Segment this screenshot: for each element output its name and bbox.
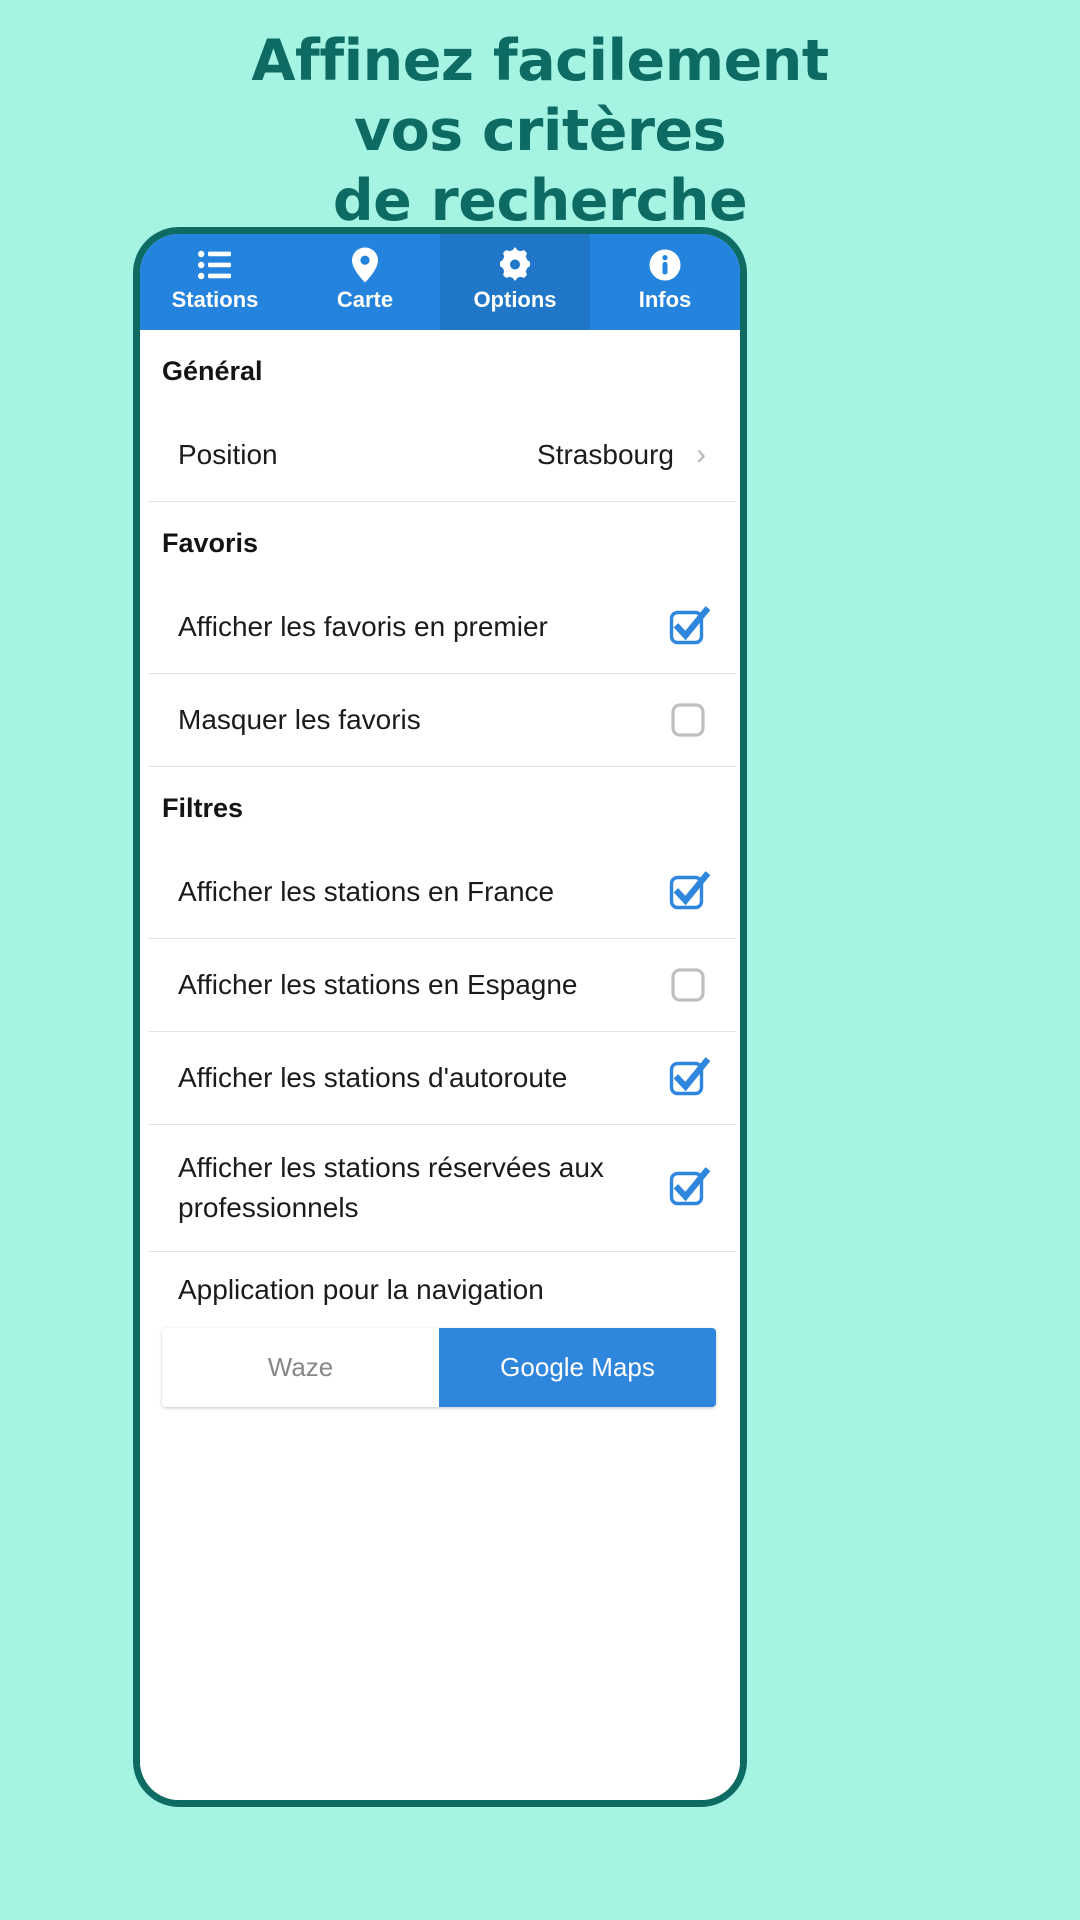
segment-waze[interactable]: Waze <box>162 1328 439 1407</box>
info-circle-icon <box>648 247 682 283</box>
promo-headline-line-3: de recherche <box>332 168 748 234</box>
row-favoris-premier[interactable]: Afficher les favoris en premier <box>140 581 740 673</box>
navigation-app-segmented-control: Waze Google Maps <box>162 1328 716 1407</box>
tab-stations-label: Stations <box>171 287 259 312</box>
section-header-favoris: Favoris <box>162 528 259 558</box>
map-pin-icon <box>351 247 379 283</box>
tab-carte-label: Carte <box>336 287 394 312</box>
tab-stations[interactable]: Stations <box>140 234 290 330</box>
row-stations-france-label: Afficher les stations en France <box>178 876 555 907</box>
promo-headline: Affinez facilement vos critères de reche… <box>0 26 1080 236</box>
row-stations-france[interactable]: Afficher les stations en France <box>140 846 740 938</box>
promo-headline-line-2: vos critères <box>353 98 727 164</box>
checkbox-stations-autoroute[interactable] <box>666 1056 710 1100</box>
row-masquer-favoris-label: Masquer les favoris <box>178 704 421 735</box>
tab-infos-label: Infos <box>638 287 692 312</box>
settings-list: Général Position Strasbourg › Favoris Af… <box>140 330 740 1800</box>
list-icon <box>198 247 232 283</box>
gear-icon <box>497 247 533 283</box>
phone-screen: Stations Carte Options Infos Général Pos… <box>140 234 740 1800</box>
tab-bar: Stations Carte Options Infos <box>140 234 740 330</box>
row-stations-autoroute-label: Afficher les stations d'autoroute <box>178 1062 568 1093</box>
navigation-app-block: Application pour la navigation Waze Goog… <box>140 1252 740 1407</box>
phone-frame: Stations Carte Options Infos Général Pos… <box>133 227 747 1807</box>
row-stations-professionnels-label: Afficher les stations réservées aux prof… <box>178 1152 604 1223</box>
row-stations-professionnels[interactable]: Afficher les stations réservées aux prof… <box>140 1125 740 1251</box>
tab-options-label: Options <box>473 287 557 312</box>
row-position-value: Strasbourg <box>537 439 674 470</box>
section-header-filtres: Filtres <box>162 793 244 823</box>
row-stations-espagne-label: Afficher les stations en Espagne <box>178 969 578 1000</box>
segment-google-maps[interactable]: Google Maps <box>439 1328 716 1407</box>
checkbox-stations-professionnels[interactable] <box>666 1166 710 1210</box>
row-favoris-premier-label: Afficher les favoris en premier <box>178 611 548 642</box>
section-header-general: Général <box>162 356 263 386</box>
checkbox-stations-espagne[interactable] <box>666 963 710 1007</box>
tab-options[interactable]: Options <box>440 234 590 330</box>
checkbox-favoris-premier[interactable] <box>666 605 710 649</box>
tab-infos[interactable]: Infos <box>590 234 740 330</box>
chevron-right-icon: › <box>696 438 706 471</box>
row-position-label: Position <box>178 439 278 470</box>
checkbox-stations-france[interactable] <box>666 870 710 914</box>
row-stations-espagne[interactable]: Afficher les stations en Espagne <box>140 939 740 1031</box>
checkbox-masquer-favoris[interactable] <box>666 698 710 742</box>
promo-headline-line-1: Affinez facilement <box>251 28 829 94</box>
navigation-app-title: Application pour la navigation <box>178 1274 544 1305</box>
tab-carte[interactable]: Carte <box>290 234 440 330</box>
row-stations-autoroute[interactable]: Afficher les stations d'autoroute <box>140 1032 740 1124</box>
row-position[interactable]: Position Strasbourg › <box>140 409 740 501</box>
row-masquer-favoris[interactable]: Masquer les favoris <box>140 674 740 766</box>
